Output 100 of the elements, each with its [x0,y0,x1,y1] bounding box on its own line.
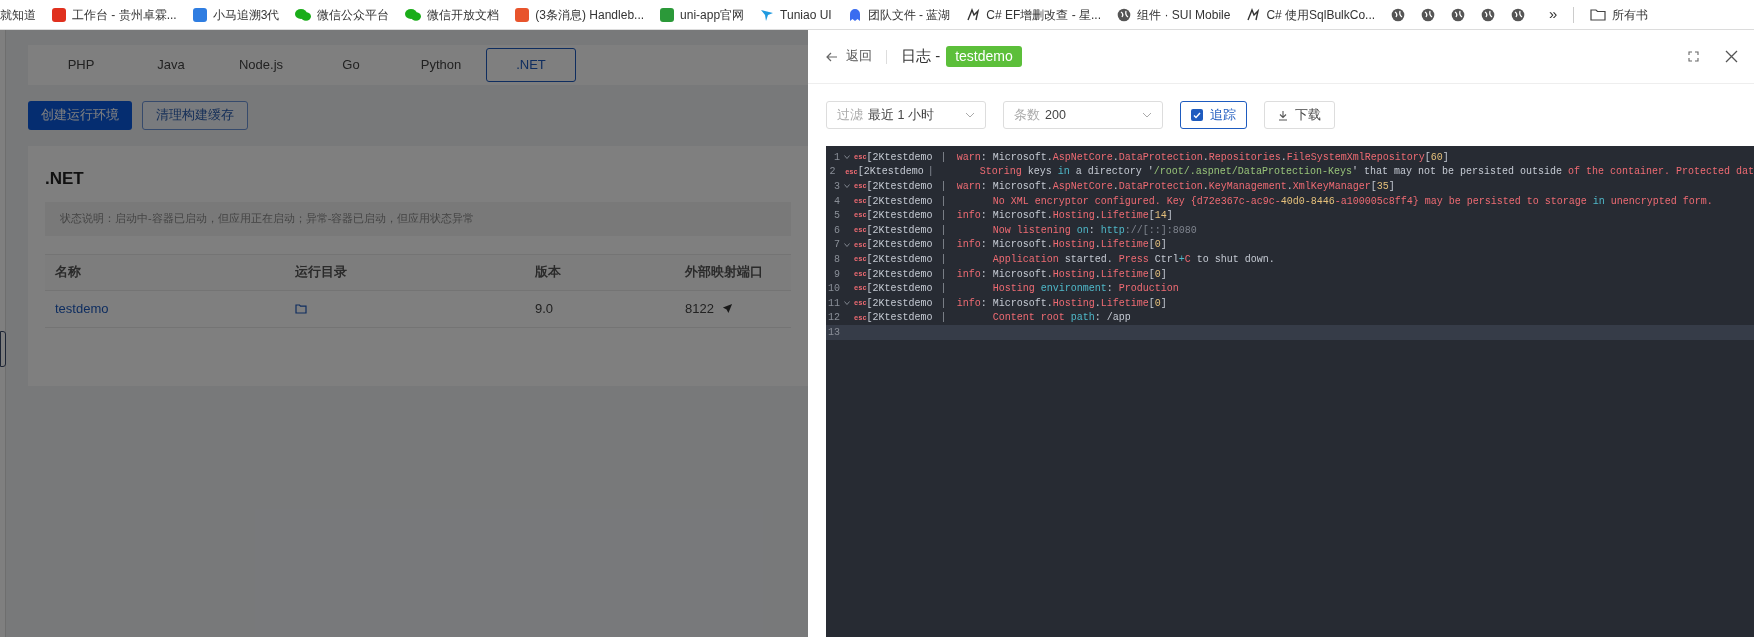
chat-bubble-icon [405,7,422,22]
log-source: [2Ktestdemo [866,150,934,165]
line-number: 10 [827,282,840,297]
download-icon [1278,109,1288,121]
select-label: 过滤 [837,106,863,124]
globe-icon [1451,7,1466,22]
follow-toggle[interactable]: 追踪 [1180,101,1247,129]
bookmark-label: 微信开放文档 [427,6,500,24]
bookmark[interactable] [1391,7,1406,22]
site-icon [515,7,530,22]
log-text: Application started. Press Ctrl+C to shut down. [991,252,1275,267]
line-number: 3 [833,180,840,194]
bookmark-label: uni-app官网 [680,6,745,24]
log-text: Content root path: /app [991,311,1131,326]
bookmark[interactable] [1511,7,1526,22]
log-source: [2Ktestdemo [866,180,934,194]
site-icon [52,7,66,22]
count-select[interactable]: 条数 200 [1003,101,1163,129]
separator: | [940,282,947,297]
close-icon[interactable] [1725,50,1738,63]
fold-caret-icon[interactable] [844,242,850,247]
send-icon[interactable] [721,303,733,314]
line-number: 9 [833,267,840,282]
log-text: Hosting environment: Production [991,282,1179,297]
log-source: [2Ktestdemo [866,282,934,297]
fold-caret-icon[interactable] [844,155,850,160]
site-icon [660,7,675,22]
bookmark[interactable] [1481,7,1496,22]
download-button[interactable]: 下载 [1264,101,1335,129]
log-source: [2Ktestdemo [866,209,934,224]
bookmarks-folder[interactable]: 所有书 [1590,5,1649,24]
folder-icon[interactable] [295,303,307,314]
line-number: 6 [833,223,840,238]
bookmark[interactable]: 小马追溯3代 [192,5,280,24]
drawer-title: 日志 - [901,46,941,67]
bookmark[interactable]: 团队文件 - 蓝湖 [847,5,951,24]
line-number: 12 [827,311,840,326]
log-text: warn: Microsoft.AspNetCore.DataProtection.Repositories.FileSystemXmlRepository[60] [955,150,1449,165]
log-text: warn: Microsoft.AspNetCore.DataProtection.KeyManagement.XmlKeyManager[35] [955,180,1395,194]
line-number: 11 [827,296,840,311]
chevron-down-icon [1142,112,1152,118]
log-source: [2Ktestdemo [857,165,924,180]
bookmark[interactable]: (3条消息) Handleb... [515,5,645,24]
fold-caret-icon[interactable] [844,301,850,306]
line-number: 1 [833,150,840,165]
separator: | [940,267,947,282]
version-cell-text: 9.0 [535,299,554,318]
bookmark[interactable]: uni-app官网 [660,5,745,24]
separator: | [940,252,947,267]
log-source: [2Ktestdemo [866,311,934,326]
separator: | [940,209,947,224]
filter-select[interactable]: 过滤 最近 1 小时 [826,101,986,129]
bookmark[interactable]: 就知道 [0,5,36,24]
bookmark[interactable]: 微信公众平台 [295,5,390,24]
site-icon [192,7,207,22]
language-tab[interactable]: Python [396,48,486,82]
bookmark-label: 团队文件 - 蓝湖 [867,6,951,24]
log-text: Storing keys in a directory '/root/.aspnet/DataProtection-Keys' that may not be persisted outside of the container. Protected dat [978,165,1754,180]
line-number: 13 [827,325,840,340]
bookmark[interactable]: Tuniao UI [760,5,832,24]
sidebar-handle[interactable] [0,331,6,367]
more-bookmarks-button[interactable]: » [1549,3,1558,26]
bookmark[interactable]: 工作台 - 贵州卓霖... [52,5,177,24]
language-tab[interactable]: Java [126,48,216,82]
select-value: 最近 1 小时 [868,106,934,124]
bookmark[interactable]: C# EF增删改查 - 星... [966,5,1102,24]
log-text: Now listening on: http://[::]:8080 [991,223,1197,238]
bookmark-label: 微信公众平台 [317,6,390,24]
separator: | [940,238,947,253]
line-number: 8 [833,252,840,267]
bookmark[interactable] [1421,7,1436,22]
log-text: info: Microsoft.Hosting.Lifetime[0] [955,238,1167,253]
ghost-icon [847,7,862,22]
bookmark[interactable]: 微信开放文档 [405,5,500,24]
globe-icon [1117,7,1132,22]
log-text: info: Microsoft.Hosting.Lifetime[0] [955,296,1167,311]
line-number: 4 [833,194,840,209]
bookmark-label: C# 使用SqlBulkCo... [1266,6,1376,24]
line-number: 7 [833,238,840,253]
separator: | [940,311,947,326]
separator: | [940,296,947,311]
folder-icon [1590,8,1607,21]
fullscreen-icon[interactable] [1688,51,1699,62]
language-tab[interactable]: Go [306,48,396,82]
bookmark-label: Tuniao UI [780,6,832,24]
card-title: .NET [45,168,85,190]
bookmark-label: 工作台 - 贵州卓霖... [72,6,177,24]
port-cell-text: 8122 [685,299,714,318]
bookmark[interactable]: C# 使用SqlBulkCo... [1246,5,1376,24]
separator: | [927,165,934,180]
log-text: info: Microsoft.Hosting.Lifetime[14] [955,209,1173,224]
bookmark[interactable]: 组件 · SUI Mobile [1117,5,1231,24]
bookmark-label: C# EF增删改查 - 星... [986,6,1102,24]
globe-icon [1481,7,1496,22]
language-tab[interactable]: PHP [36,48,126,82]
back-button[interactable]: 返回 [826,47,872,66]
language-tab[interactable]: Node.js [216,48,306,82]
fold-caret-icon[interactable] [844,184,850,189]
log-text: info: Microsoft.Hosting.Lifetime[0] [955,267,1167,282]
bookmark[interactable] [1451,7,1466,22]
